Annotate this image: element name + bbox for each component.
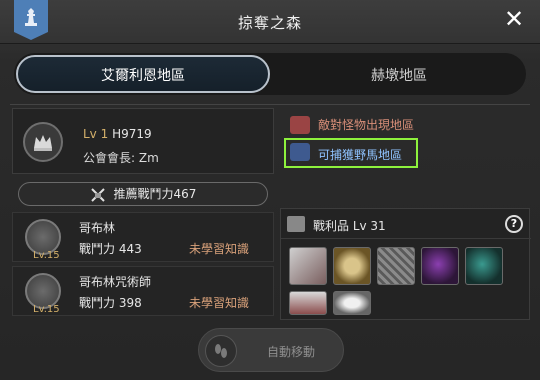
loot-item-slot[interactable] xyxy=(377,247,415,285)
hostile-monster-icon xyxy=(290,116,310,134)
monster-power: 戰鬥力 443 xyxy=(79,242,142,256)
crown-icon xyxy=(34,135,52,151)
right-panel: 敵對怪物出現地區 可捕獲野馬地區 戰利品 Lv 31 ? xyxy=(280,108,531,320)
loot-title: 戰利品 Lv 31 xyxy=(313,219,386,233)
loot-item-slot[interactable] xyxy=(421,247,459,285)
recommended-power-label: 推薦戰鬥力467 xyxy=(113,187,197,201)
auto-move-label: 自動移動 xyxy=(266,345,315,359)
monster-row[interactable]: Lv.15 哥布林咒術師 戰鬥力 398 未學習知識 xyxy=(12,266,274,316)
zone-info-window: 掠奪之森 ✕ 艾爾利恩地區 赫墩地區 Lv 1 H9719 公會會長: Zm 推… xyxy=(0,0,540,380)
region-tabs: 艾爾利恩地區 赫墩地區 xyxy=(14,53,526,95)
loot-item-slot[interactable] xyxy=(289,291,327,315)
guild-boss-card: Lv 1 H9719 公會會長: Zm xyxy=(12,108,274,174)
loot-item-slot[interactable] xyxy=(465,247,503,285)
loot-item-slot[interactable] xyxy=(333,247,371,285)
recommended-power: 推薦戰鬥力467 xyxy=(18,182,268,206)
crossed-swords-icon xyxy=(90,187,105,202)
monster-level: Lv.15 xyxy=(33,250,60,261)
auto-move-button[interactable]: 自動移動 xyxy=(198,328,344,372)
owner-level-line: Lv 1 H9719 xyxy=(83,127,152,141)
treasure-chest-icon xyxy=(287,216,305,232)
left-panel: Lv 1 H9719 公會會長: Zm 推薦戰鬥力467 Lv.15 哥布林 戰… xyxy=(12,108,274,320)
loot-item-slot[interactable] xyxy=(333,291,371,315)
monster-level: Lv.15 xyxy=(33,304,60,315)
help-icon[interactable]: ? xyxy=(505,215,523,233)
divider xyxy=(10,104,530,105)
guild-leader: 公會會長: Zm xyxy=(83,151,159,165)
loot-panel: 戰利品 Lv 31 ? xyxy=(280,208,531,320)
monster-name: 哥布林咒術師 xyxy=(79,275,152,289)
footprints-icon xyxy=(205,335,237,367)
loot-header: 戰利品 Lv 31 ? xyxy=(281,209,531,239)
owner-name: H9719 xyxy=(112,127,152,141)
tab-heidel-region[interactable]: 赫墩地區 xyxy=(272,65,526,85)
title-bar: 掠奪之森 ✕ xyxy=(0,0,540,44)
window-title: 掠奪之森 xyxy=(237,14,302,32)
monster-knowledge-status: 未學習知識 xyxy=(189,242,250,256)
wild-horse-zone: 可捕獲野馬地區 xyxy=(284,138,418,168)
loot-item-slot[interactable] xyxy=(289,247,327,285)
tab-elion-region[interactable]: 艾爾利恩地區 xyxy=(14,65,272,85)
zone-label: 可捕獲野馬地區 xyxy=(318,148,403,162)
horse-icon xyxy=(290,143,310,161)
footprint-glyph xyxy=(215,344,227,358)
monster-knowledge-status: 未學習知識 xyxy=(189,296,250,310)
monster-row[interactable]: Lv.15 哥布林 戰鬥力 443 未學習知識 xyxy=(12,212,274,262)
close-icon[interactable]: ✕ xyxy=(500,6,528,34)
zone-label: 敵對怪物出現地區 xyxy=(318,118,415,132)
monster-name: 哥布林 xyxy=(79,221,116,235)
owner-level: Lv 1 xyxy=(83,127,109,141)
monster-power: 戰鬥力 398 xyxy=(79,296,142,310)
guild-crest-icon xyxy=(23,122,63,162)
